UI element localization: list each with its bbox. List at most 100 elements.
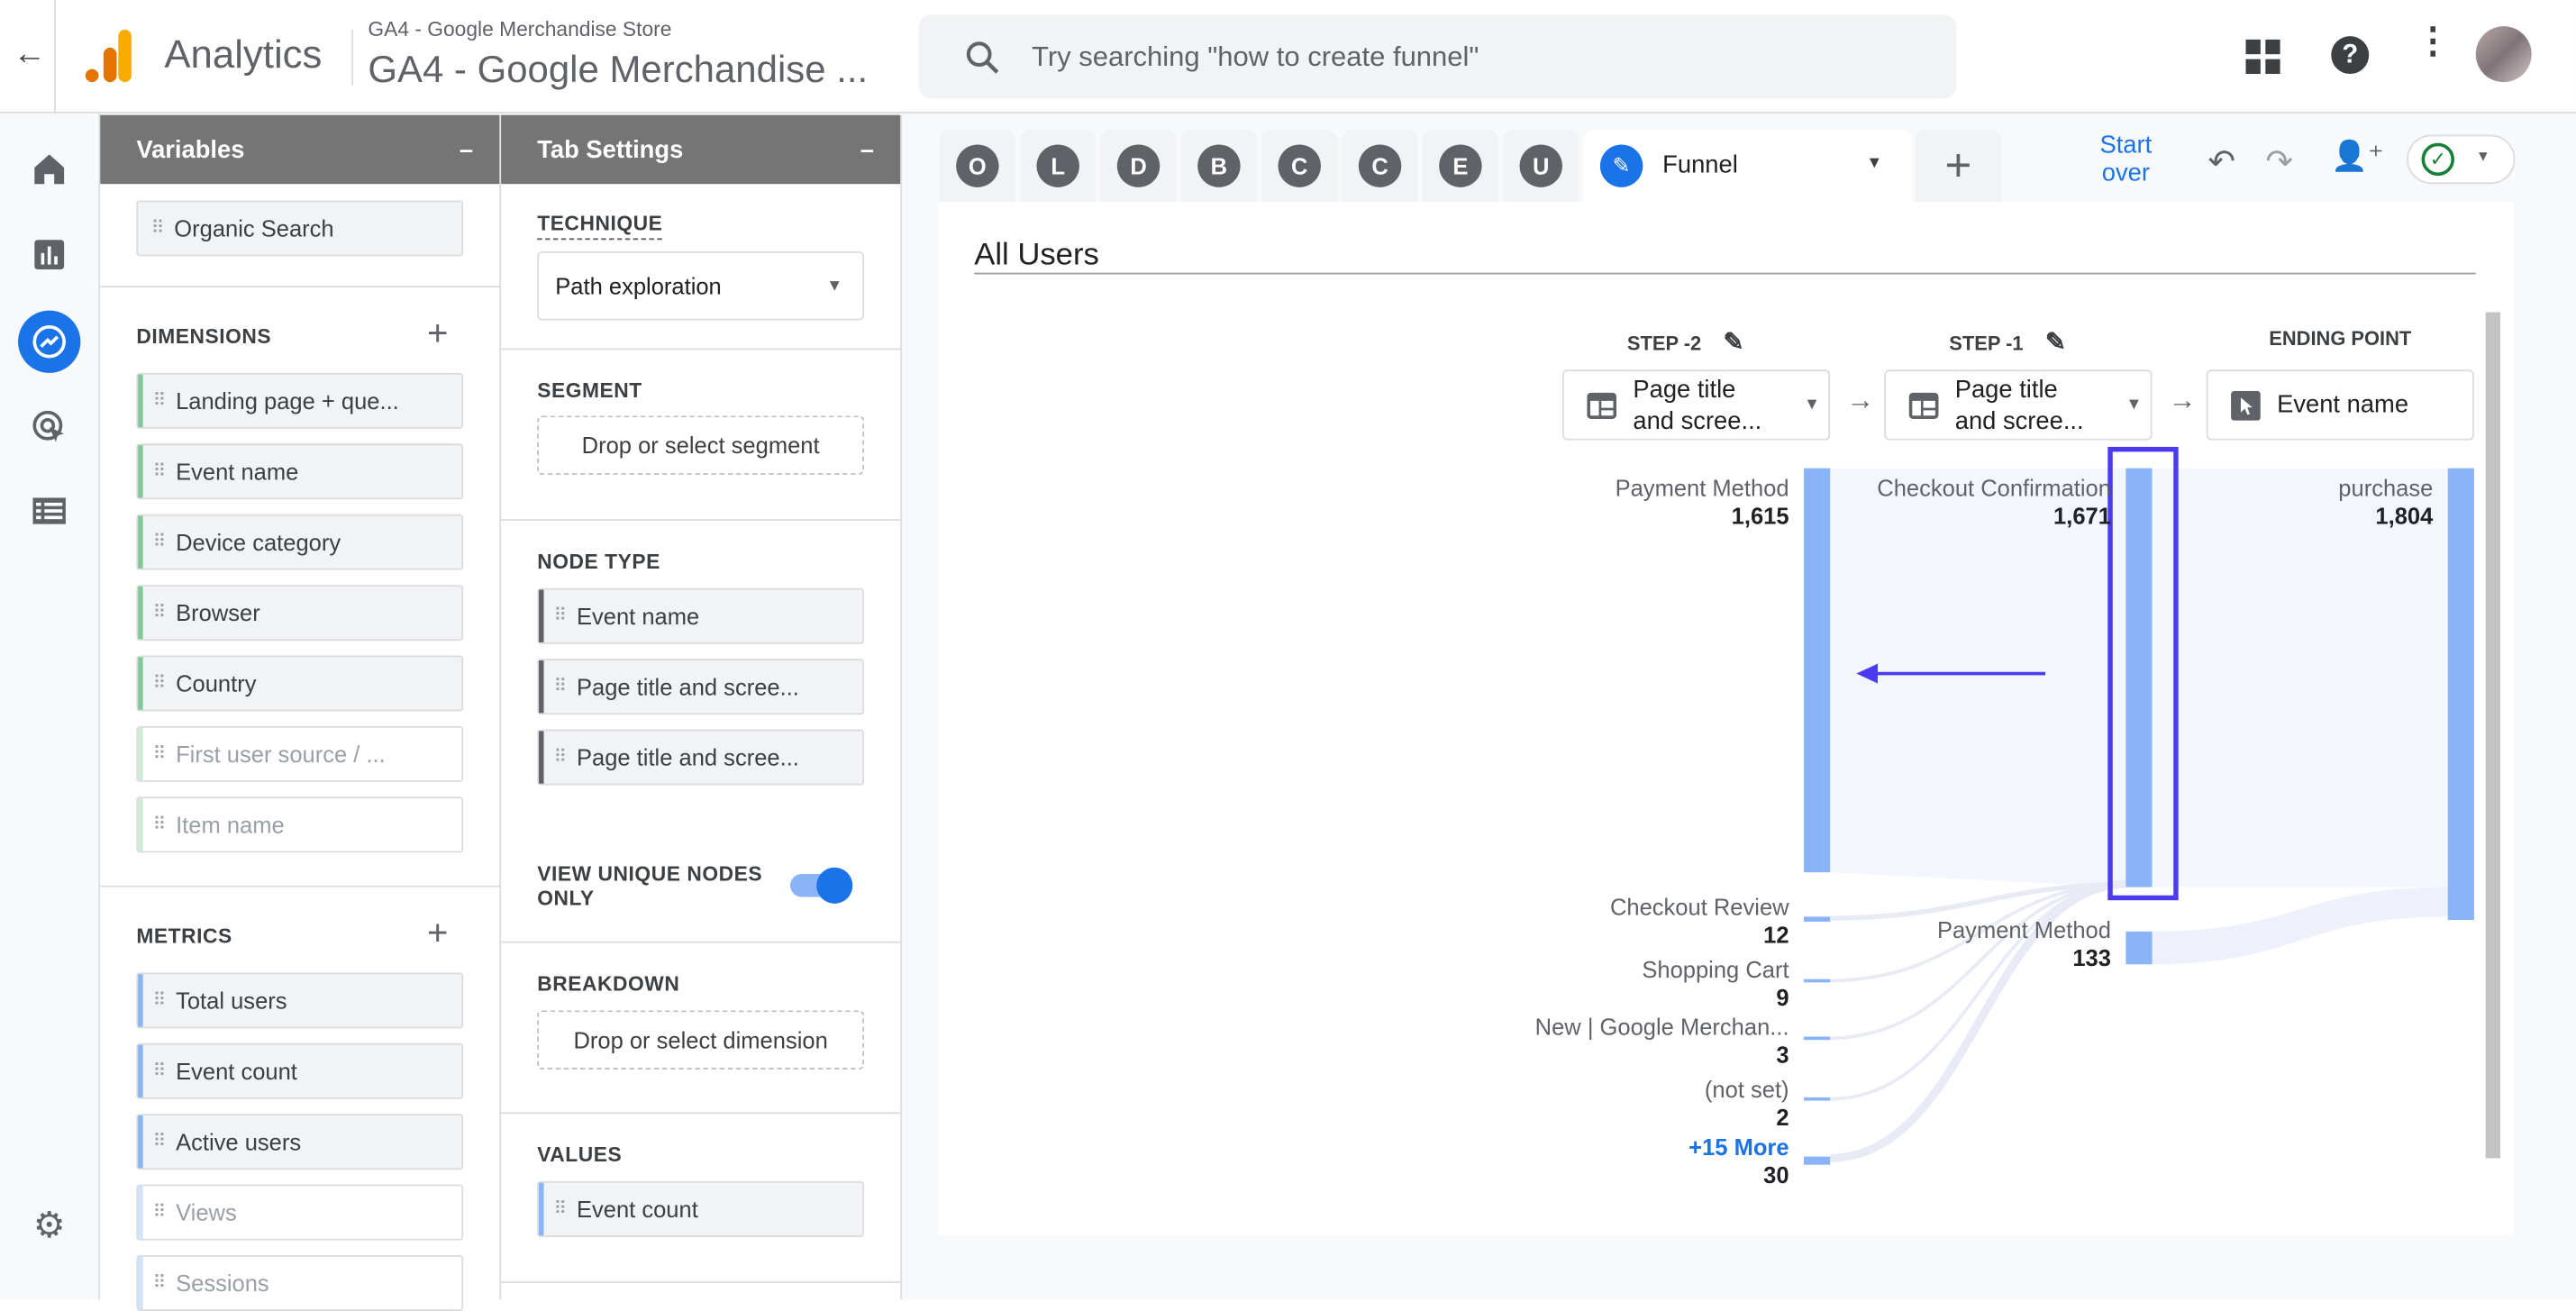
undo-icon[interactable]: ↶ <box>2208 141 2236 183</box>
node-label[interactable]: Payment Method 133 <box>1937 916 2111 972</box>
node-label[interactable]: +15 More 30 <box>1689 1133 1789 1189</box>
share-add-person-icon[interactable]: 👤⁺ <box>2331 140 2383 174</box>
node-label[interactable]: Payment Method 1,615 <box>1616 475 1789 531</box>
chip-label: Event count <box>176 1058 297 1085</box>
segment-drop-zone[interactable]: Drop or select segment <box>537 415 865 475</box>
segment-chip[interactable]: ⠿ Organic Search <box>136 200 464 257</box>
back-arrow-icon[interactable]: ← <box>14 36 46 74</box>
tab-letter: D <box>1116 144 1161 187</box>
node-label[interactable]: New | Google Merchan... 3 <box>1535 1014 1789 1070</box>
chip-label: Page title and scree... <box>576 743 799 771</box>
tab-letter: C <box>1278 144 1321 187</box>
configure-list-icon[interactable] <box>30 491 69 531</box>
property-name[interactable]: GA4 - Google Merchandise ... <box>368 48 868 92</box>
values-chip[interactable]: ⠿ Event count <box>537 1180 865 1237</box>
dimension-chip[interactable]: ⠿ Browser <box>136 585 464 642</box>
tab-l[interactable]: L <box>1020 130 1097 203</box>
node-label[interactable]: Checkout Confirmation 1,671 <box>1877 475 2111 531</box>
apps-grid-icon[interactable] <box>2245 39 2280 75</box>
metric-chip[interactable]: ⠿ Views <box>136 1184 464 1241</box>
tab-u[interactable]: U <box>1503 130 1579 203</box>
dimensions-label: DIMENSIONS <box>136 325 272 349</box>
arrow-right-icon: → <box>1846 384 1875 416</box>
node-label[interactable]: (not set) 2 <box>1705 1076 1789 1132</box>
dimension-chip[interactable]: ⠿ Item name <box>136 797 464 853</box>
add-dimension-button[interactable]: + <box>427 312 448 354</box>
metric-chip[interactable]: ⠿ Active users <box>136 1114 464 1170</box>
dimension-chip[interactable]: ⠿ First user source / ... <box>136 725 464 782</box>
account-name[interactable]: GA4 - Google Merchandise Store <box>368 18 671 41</box>
node-type-chip[interactable]: ⠿ Event name <box>537 587 865 644</box>
metric-chip[interactable]: ⠿ Sessions <box>136 1255 464 1311</box>
advertising-icon[interactable] <box>30 407 69 447</box>
column-header: STEP -1 ✎ <box>1949 328 2066 357</box>
redo-icon[interactable]: ↷ <box>2265 141 2293 183</box>
vertical-scrollbar[interactable] <box>2485 312 2501 1159</box>
add-tab-button[interactable]: + <box>1915 130 2001 203</box>
dimension-chip[interactable]: ⠿ Landing page + que... <box>136 372 464 429</box>
dimension-chip[interactable]: ⠿ Device category <box>136 514 464 570</box>
arrow-right-icon: → <box>2168 384 2197 416</box>
search-box[interactable]: Try searching "how to create funnel" <box>918 14 1957 99</box>
tab-letter: E <box>1439 144 1482 187</box>
node-type-chip[interactable]: ⠿ Page title and scree... <box>537 729 865 786</box>
node-label[interactable]: purchase 1,804 <box>2338 475 2433 531</box>
start-over-button[interactable]: Start over <box>2083 132 2169 187</box>
metrics-label: METRICS <box>136 924 232 949</box>
metric-chip[interactable]: ⠿ Event count <box>136 1042 464 1099</box>
chip-label: Event name <box>576 603 700 630</box>
chip-label: Total users <box>176 987 287 1014</box>
dimension-chip[interactable]: ⠿ Country <box>136 655 464 712</box>
more-vert-icon[interactable]: ⋮ <box>2415 23 2451 59</box>
dimension-chip[interactable]: ⠿ Event name <box>136 443 464 500</box>
home-icon[interactable] <box>30 150 69 189</box>
edit-step-pencil-icon[interactable]: ✎ <box>1724 329 1744 357</box>
tab-dropdown-icon[interactable]: ▼ <box>1866 154 1882 172</box>
technique-value: Path exploration <box>555 272 722 299</box>
dimension-label: Event name <box>2277 390 2409 419</box>
edit-step-pencil-icon[interactable]: ✎ <box>2045 329 2066 357</box>
cursor-click-icon <box>2231 390 2261 420</box>
metric-chip[interactable]: ⠿ Total users <box>136 972 464 1029</box>
step-dimension-select[interactable]: Page title and scree... ▼ <box>1884 369 2153 441</box>
tab-e[interactable]: E <box>1422 130 1498 203</box>
tab-letter: O <box>956 144 999 187</box>
variables-title: Variables <box>136 135 245 164</box>
chip-label: Page title and scree... <box>576 673 799 700</box>
chip-label: Event count <box>576 1196 698 1223</box>
save-status-button[interactable]: ✓ ▼ <box>2407 134 2516 185</box>
chip-label: Device category <box>176 529 341 556</box>
tab-c[interactable]: C <box>1342 130 1418 203</box>
column-header: STEP -2 ✎ <box>1626 328 1744 357</box>
node-label[interactable]: Shopping Cart 9 <box>1642 956 1789 1012</box>
step-dimension-select[interactable]: Event name <box>2206 369 2474 441</box>
reports-icon[interactable] <box>30 235 69 275</box>
chip-label: Item name <box>176 811 285 838</box>
chip-label: Landing page + que... <box>176 387 399 414</box>
tab-letter: B <box>1197 144 1241 187</box>
tab-c[interactable]: C <box>1261 130 1338 203</box>
add-metric-button[interactable]: + <box>427 912 448 954</box>
avatar[interactable] <box>2475 26 2532 83</box>
node-type-label: NODE TYPE <box>537 550 660 574</box>
dropdown-arrow-icon: ▼ <box>1803 396 1821 414</box>
settings-gear-icon[interactable]: ⚙ <box>30 1204 69 1245</box>
explore-icon[interactable] <box>18 310 81 373</box>
node-label[interactable]: Checkout Review 12 <box>1610 894 1789 950</box>
tab-d[interactable]: D <box>1100 130 1177 203</box>
tab-label: Funnel <box>1662 150 1738 179</box>
dropdown-arrow-icon: ▼ <box>2125 396 2143 414</box>
tab-letter: C <box>1358 144 1402 187</box>
collapse-tab-settings-button[interactable]: – <box>860 135 874 163</box>
chip-label: Sessions <box>176 1270 269 1297</box>
help-icon[interactable]: ? <box>2331 36 2370 75</box>
tab-b[interactable]: B <box>1180 130 1257 203</box>
breakdown-drop-zone[interactable]: Drop or select dimension <box>537 1010 865 1070</box>
unique-nodes-toggle[interactable] <box>790 867 853 904</box>
tab-o[interactable]: O <box>939 130 1015 203</box>
node-type-chip[interactable]: ⠿ Page title and scree... <box>537 659 865 715</box>
tab-funnel[interactable]: ✎ Funnel ▼ <box>1583 130 1913 205</box>
step-dimension-select[interactable]: Page title and scree... ▼ <box>1561 369 1831 441</box>
technique-select[interactable]: Path exploration ▼ <box>537 250 865 321</box>
collapse-variables-button[interactable]: – <box>460 135 473 163</box>
